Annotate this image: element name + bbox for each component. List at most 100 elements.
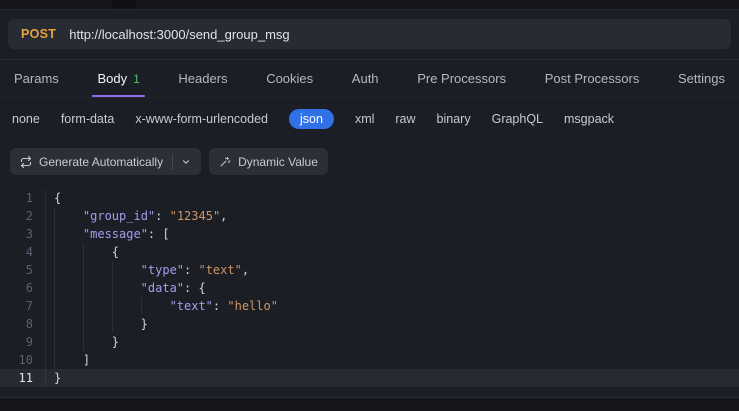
url-text[interactable]: http://localhost:3000/send_group_msg — [69, 27, 289, 42]
body-toolbar: Generate Automatically Dynamic Value — [0, 138, 739, 185]
code-line[interactable]: 5 "type": "text", — [0, 261, 739, 279]
tab-pre-processors[interactable]: Pre Processors — [417, 60, 506, 97]
method-label[interactable]: POST — [21, 27, 56, 41]
indent-guide — [82, 261, 112, 279]
line-number: 7 — [0, 297, 46, 315]
tab-cookies[interactable]: Cookies — [266, 60, 313, 97]
indent-guide — [82, 243, 112, 261]
json-string: "12345" — [169, 209, 221, 223]
indent-guide — [82, 333, 112, 351]
chevron-down-icon[interactable] — [172, 153, 191, 170]
code-line[interactable]: 6 "data": { — [0, 279, 739, 297]
line-number: 3 — [0, 225, 46, 243]
body-type-form-data[interactable]: form-data — [61, 112, 115, 126]
json-punct: { — [111, 245, 120, 259]
body-type-binary[interactable]: binary — [437, 112, 471, 126]
line-number: 9 — [0, 333, 46, 351]
tab-body[interactable]: Body 1 — [92, 60, 146, 97]
dynamic-value-button[interactable]: Dynamic Value — [209, 148, 328, 175]
code-line[interactable]: 11} — [0, 369, 739, 387]
request-tabs: Params Body 1 Headers Cookies Auth Pre Process… — [0, 60, 739, 98]
indent-guide — [54, 279, 83, 297]
body-type-xml[interactable]: xml — [355, 112, 374, 126]
tab-label: Settings — [678, 71, 725, 86]
dynamic-value-label: Dynamic Value — [238, 154, 318, 169]
json-punct: : — [212, 299, 228, 313]
body-type-raw[interactable]: raw — [395, 112, 415, 126]
json-punct: } — [111, 335, 120, 349]
line-number: 1 — [0, 189, 46, 207]
indent-guide — [82, 315, 112, 333]
code-content: "message": [ — [46, 225, 170, 243]
json-punct: , — [241, 263, 250, 277]
tab-headers[interactable]: Headers — [178, 60, 227, 97]
code-content: ] — [46, 351, 90, 369]
indent-guide — [82, 279, 112, 297]
line-number: 2 — [0, 207, 46, 225]
code-content: } — [46, 369, 61, 387]
json-punct: } — [140, 317, 148, 331]
line-number: 10 — [0, 351, 46, 369]
code-line[interactable]: 10] — [0, 351, 739, 369]
tab-post-processors[interactable]: Post Processors — [545, 60, 640, 97]
indent-guide — [111, 297, 141, 315]
indent-guide — [54, 225, 83, 243]
refresh-icon — [20, 155, 32, 168]
indent-guide — [54, 261, 83, 279]
code-content: "group_id": "12345", — [46, 207, 227, 225]
code-content: "data": { — [46, 279, 206, 297]
body-type-graphql[interactable]: GraphQL — [492, 112, 543, 126]
generate-automatically-label: Generate Automatically — [39, 154, 164, 169]
code-content: "text": "hello" — [46, 297, 278, 315]
json-punct: : { — [184, 281, 206, 295]
json-punct: : — [155, 209, 170, 223]
tab-label: Auth — [351, 71, 379, 86]
tab-label: Body — [97, 71, 128, 86]
body-type-x-www-form-urlencoded[interactable]: x-www-form-urlencoded — [135, 112, 268, 126]
line-number: 5 — [0, 261, 46, 279]
line-number: 6 — [0, 279, 46, 297]
url-bar[interactable]: POST http://localhost:3000/send_group_ms… — [8, 19, 731, 49]
code-content: { — [46, 243, 119, 261]
code-content: "type": "text", — [46, 261, 249, 279]
code-content: { — [46, 189, 61, 207]
json-punct: , — [220, 209, 228, 223]
tab-label: Cookies — [266, 71, 314, 86]
json-editor[interactable]: 1{2 "group_id": "12345", 3 "message": [4{5 "… — [0, 185, 739, 387]
indent-guide — [111, 279, 141, 297]
tab-label: Pre Processors — [417, 71, 507, 86]
code-line[interactable]: 2 "group_id": "12345", — [0, 207, 739, 225]
code-line[interactable]: 8} — [0, 315, 739, 333]
body-type-none[interactable]: none — [12, 112, 40, 126]
indent-guide — [111, 261, 141, 279]
json-punct: ] — [82, 353, 91, 367]
tab-label: Post Processors — [544, 71, 640, 86]
indent-guide — [54, 297, 83, 315]
body-type-msgpack[interactable]: msgpack — [564, 112, 614, 126]
body-type-json[interactable]: json — [289, 109, 334, 129]
code-line[interactable]: 9} — [0, 333, 739, 351]
code-content: } — [46, 315, 148, 333]
code-line[interactable]: 7 "text": "hello" — [0, 297, 739, 315]
tab-auth[interactable]: Auth — [352, 60, 379, 97]
code-line[interactable]: 1{ — [0, 189, 739, 207]
tab-label: Params — [14, 71, 59, 86]
indent-guide — [54, 207, 83, 225]
json-key: "group_id" — [82, 209, 156, 223]
json-string: "hello" — [227, 299, 278, 313]
generate-automatically-button[interactable]: Generate Automatically — [10, 148, 202, 175]
tab-params[interactable]: Params — [14, 60, 59, 97]
line-number: 4 — [0, 243, 46, 261]
code-line[interactable]: 4{ — [0, 243, 739, 261]
code-line[interactable]: 3 "message": [ — [0, 225, 739, 243]
indent-guide — [54, 351, 83, 369]
line-number: 8 — [0, 315, 46, 333]
titlebar-notch — [112, 0, 136, 9]
request-url-row: POST http://localhost:3000/send_group_ms… — [0, 10, 739, 60]
tab-settings[interactable]: Settings — [678, 60, 725, 97]
json-key: "message" — [82, 227, 148, 241]
json-key: "text" — [169, 299, 213, 313]
line-number: 11 — [0, 369, 46, 387]
json-key: "type" — [140, 263, 185, 277]
json-punct: { — [54, 191, 62, 205]
